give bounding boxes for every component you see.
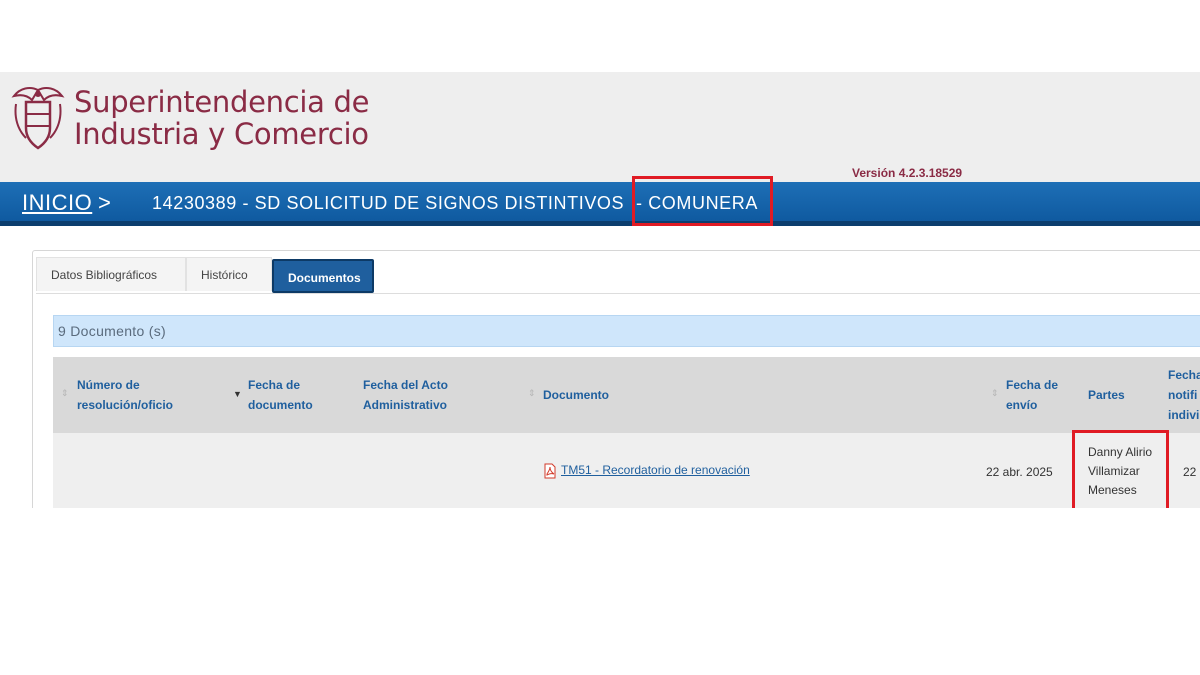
- org-name-line1: Superintendencia de: [74, 85, 370, 119]
- documents-count-bar: 9 Documento (s): [53, 315, 1200, 347]
- column-fecha-notificacion-line3: indivi: [1168, 408, 1200, 422]
- column-fecha-notificacion-line1: Fecha: [1168, 368, 1200, 382]
- partes-line1: Danny Alirio: [1088, 445, 1153, 459]
- column-fecha-documento-line1: Fecha de: [248, 378, 301, 392]
- documents-count: 9 Documento (s): [58, 323, 166, 339]
- column-resolucion[interactable]: Número de resolución/oficio: [77, 375, 173, 415]
- pdf-icon: [544, 463, 556, 479]
- column-fecha-envio-line2: envío: [1006, 398, 1038, 412]
- column-fecha-documento-line2: documento: [248, 398, 313, 412]
- document-link[interactable]: TM51 - Recordatorio de renovación: [543, 463, 750, 479]
- tab-datos-bibliograficos[interactable]: Datos Bibliográficos: [36, 257, 186, 291]
- sort-desc-icon[interactable]: ▼: [233, 389, 242, 399]
- partes-line3: Meneses: [1088, 483, 1137, 497]
- breadcrumb-bar: INICIO > 14230389 - SD SOLICITUD DE SIGN…: [0, 182, 1200, 226]
- screenshot-frame: Superintendencia de Industria y Comercio…: [0, 72, 1200, 508]
- content-panel: Datos Bibliográficos Histórico Documento…: [32, 250, 1200, 508]
- table-row: TM51 - Recordatorio de renovación 22 abr…: [53, 433, 1200, 508]
- sort-icon[interactable]: ⇕: [61, 388, 69, 399]
- column-fecha-notificacion-line2: notifi: [1168, 388, 1198, 402]
- column-fecha-notificacion[interactable]: Fecha notifi indivi: [1168, 365, 1200, 425]
- column-documento[interactable]: Documento: [543, 385, 609, 405]
- column-fecha-acto[interactable]: Fecha del Acto Administrativo: [363, 375, 448, 415]
- partes-line2: Villamizar: [1088, 464, 1140, 478]
- breadcrumb-current: 14230389 - SD SOLICITUD DE SIGNOS DISTIN…: [152, 193, 625, 213]
- sort-icon[interactable]: ⇕: [528, 388, 536, 399]
- column-fecha-documento[interactable]: Fecha de documento: [248, 375, 313, 415]
- column-fecha-envio[interactable]: Fecha de envío: [1006, 375, 1058, 415]
- table-header: ⇕ Número de resolución/oficio ▼ Fecha de…: [53, 357, 1200, 433]
- cell-partes: Danny Alirio Villamizar Meneses: [1088, 443, 1152, 500]
- org-name-line2: Industria y Comercio: [74, 117, 369, 151]
- header: Superintendencia de Industria y Comercio…: [0, 72, 1200, 182]
- breadcrumb-separator: >: [98, 190, 111, 215]
- home-link[interactable]: INICIO: [22, 190, 92, 216]
- column-resolucion-line1: Número de: [77, 378, 140, 392]
- sort-icon[interactable]: ⇕: [991, 388, 999, 399]
- tab-historico[interactable]: Histórico: [186, 257, 272, 291]
- cell-fecha-envio: 22 abr. 2025: [986, 465, 1053, 479]
- version-label: Versión 4.2.3.18529: [852, 166, 963, 180]
- column-fecha-acto-line2: Administrativo: [363, 398, 448, 412]
- tab-bar: Datos Bibliográficos Histórico Documento…: [36, 257, 1200, 294]
- cell-fecha-notificacion: 22: [1183, 465, 1197, 479]
- breadcrumb-suffix: - COMUNERA: [636, 193, 758, 213]
- coat-of-arms-logo: [11, 87, 65, 150]
- column-fecha-envio-line1: Fecha de: [1006, 378, 1059, 392]
- column-resolucion-line2: resolución/oficio: [77, 398, 174, 412]
- organization-name: Superintendencia de Industria y Comercio: [74, 86, 369, 150]
- document-link-label: TM51 - Recordatorio de renovación: [561, 463, 750, 478]
- column-fecha-acto-line1: Fecha del Acto: [363, 378, 448, 392]
- tab-documentos[interactable]: Documentos: [272, 259, 374, 293]
- column-partes[interactable]: Partes: [1088, 385, 1125, 405]
